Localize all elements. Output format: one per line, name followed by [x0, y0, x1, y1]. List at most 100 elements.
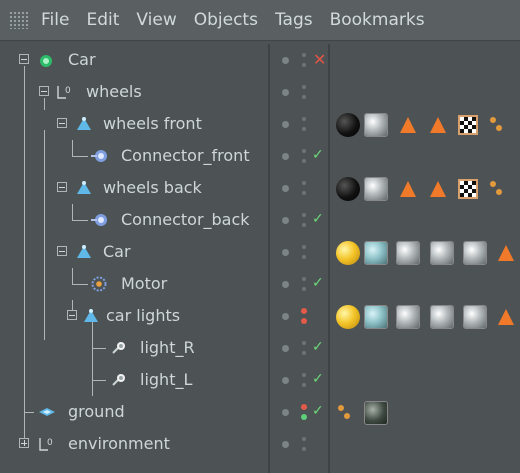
- render-vis-dot[interactable]: [302, 191, 306, 195]
- tree-row-connector-back[interactable]: Connector_back ✓: [0, 204, 520, 236]
- material-tag-glass[interactable]: [364, 305, 388, 329]
- object-name[interactable]: wheels back: [103, 178, 202, 197]
- visibility-dot[interactable]: [282, 409, 289, 416]
- material-tag-silver[interactable]: [396, 241, 420, 265]
- visibility-dot[interactable]: [282, 313, 289, 320]
- editor-vis-dot[interactable]: [302, 277, 306, 281]
- material-tag-silver[interactable]: [430, 305, 454, 329]
- object-name[interactable]: Connector_front: [121, 146, 250, 165]
- xpresso-tag-icon[interactable]: [490, 181, 504, 195]
- tree-row-ground[interactable]: ground ✓: [0, 396, 520, 428]
- editor-hidden-dot[interactable]: [301, 308, 307, 314]
- xpresso-tag-icon[interactable]: [338, 405, 352, 419]
- visibility-dot[interactable]: [282, 345, 289, 352]
- enabled-check-icon[interactable]: ✓: [312, 211, 324, 227]
- editor-vis-dot[interactable]: [302, 341, 306, 345]
- uvw-tag-icon[interactable]: [430, 181, 446, 197]
- material-tag-glass[interactable]: [364, 241, 388, 265]
- enabled-check-icon[interactable]: ✓: [312, 339, 324, 355]
- render-vis-dot[interactable]: [302, 255, 306, 259]
- menu-file[interactable]: File: [41, 10, 69, 30]
- tree-row-environment[interactable]: 0 environment: [0, 428, 520, 460]
- object-name[interactable]: car lights: [106, 306, 180, 325]
- tree-row-car-body[interactable]: Car: [0, 236, 520, 268]
- visibility-dot[interactable]: [282, 377, 289, 384]
- object-name[interactable]: Motor: [121, 274, 167, 293]
- material-tag-dark[interactable]: [364, 401, 388, 425]
- material-tag-black[interactable]: [336, 177, 360, 201]
- object-name[interactable]: wheels front: [103, 114, 202, 133]
- material-tag-silver[interactable]: [396, 305, 420, 329]
- checker-texture-tag[interactable]: [458, 179, 478, 199]
- tree-row-wheels-front[interactable]: wheels front: [0, 108, 520, 140]
- tree-row-connector-front[interactable]: Connector_front ✓: [0, 140, 520, 172]
- uvw-tag-icon[interactable]: [498, 309, 514, 325]
- enabled-check-icon[interactable]: ✓: [312, 403, 324, 419]
- object-name[interactable]: ground: [68, 402, 125, 421]
- render-vis-dot[interactable]: [302, 159, 306, 163]
- object-name[interactable]: wheels: [86, 82, 142, 101]
- visibility-dot[interactable]: [282, 441, 289, 448]
- visibility-dot[interactable]: [282, 89, 289, 96]
- object-name[interactable]: environment: [68, 434, 170, 453]
- collapse-toggle[interactable]: [19, 54, 29, 64]
- menu-view[interactable]: View: [136, 10, 176, 30]
- uvw-tag-icon[interactable]: [400, 181, 416, 197]
- editor-vis-dot[interactable]: [302, 181, 306, 185]
- editor-vis-dot[interactable]: [302, 245, 306, 249]
- collapse-toggle[interactable]: [39, 86, 49, 96]
- visibility-dot[interactable]: [282, 217, 289, 224]
- panel-grip-icon[interactable]: [9, 11, 29, 29]
- tree-row-motor[interactable]: Motor ✓: [0, 268, 520, 300]
- tree-row-light-r[interactable]: light_R ✓: [0, 332, 520, 364]
- expand-toggle[interactable]: [19, 438, 29, 448]
- tree-row-wheels[interactable]: 0 wheels: [0, 76, 520, 108]
- collapse-toggle[interactable]: [57, 118, 67, 128]
- editor-vis-dot[interactable]: [302, 373, 306, 377]
- menu-tags[interactable]: Tags: [275, 10, 313, 30]
- object-name[interactable]: light_L: [140, 370, 192, 389]
- material-tag-silver[interactable]: [364, 113, 388, 137]
- material-tag-black[interactable]: [336, 113, 360, 137]
- collapse-toggle[interactable]: [67, 310, 77, 320]
- render-vis-dot[interactable]: [302, 287, 306, 291]
- render-vis-dot[interactable]: [302, 351, 306, 355]
- render-vis-dot[interactable]: [302, 127, 306, 131]
- editor-vis-dot[interactable]: [302, 85, 306, 89]
- menu-objects[interactable]: Objects: [194, 10, 258, 30]
- checker-texture-tag[interactable]: [458, 115, 478, 135]
- material-tag-silver[interactable]: [463, 241, 487, 265]
- disabled-x-icon[interactable]: ✕: [313, 50, 326, 69]
- visibility-dot[interactable]: [282, 57, 289, 64]
- render-vis-dot[interactable]: [302, 63, 306, 67]
- render-vis-dot[interactable]: [302, 95, 306, 99]
- visibility-dot[interactable]: [282, 281, 289, 288]
- enabled-check-icon[interactable]: ✓: [312, 147, 324, 163]
- visibility-dot[interactable]: [282, 153, 289, 160]
- object-name[interactable]: Car: [103, 242, 131, 261]
- editor-vis-dot[interactable]: [302, 149, 306, 153]
- collapse-toggle[interactable]: [57, 246, 67, 256]
- editor-vis-dot[interactable]: [302, 117, 306, 121]
- visibility-dot[interactable]: [282, 121, 289, 128]
- object-name[interactable]: Car: [68, 50, 96, 69]
- material-tag-yellow[interactable]: [336, 305, 360, 329]
- editor-vis-dot[interactable]: [302, 213, 306, 217]
- tree-row-light-l[interactable]: light_L ✓: [0, 364, 520, 396]
- object-name[interactable]: Connector_back: [121, 210, 250, 229]
- uvw-tag-icon[interactable]: [498, 245, 514, 261]
- render-vis-dot[interactable]: [302, 223, 306, 227]
- menu-bookmarks[interactable]: Bookmarks: [330, 10, 425, 30]
- material-tag-silver[interactable]: [430, 241, 454, 265]
- material-tag-silver[interactable]: [463, 305, 487, 329]
- render-vis-dot[interactable]: [302, 447, 306, 451]
- enabled-check-icon[interactable]: ✓: [312, 275, 324, 291]
- render-hidden-dot[interactable]: [301, 318, 307, 324]
- render-visible-dot[interactable]: [301, 414, 307, 420]
- tree-row-car-lights[interactable]: car lights: [0, 300, 520, 396]
- material-tag-silver[interactable]: [364, 177, 388, 201]
- render-vis-dot[interactable]: [302, 383, 306, 387]
- enabled-check-icon[interactable]: ✓: [312, 371, 324, 387]
- uvw-tag-icon[interactable]: [400, 117, 416, 133]
- uvw-tag-icon[interactable]: [430, 117, 446, 133]
